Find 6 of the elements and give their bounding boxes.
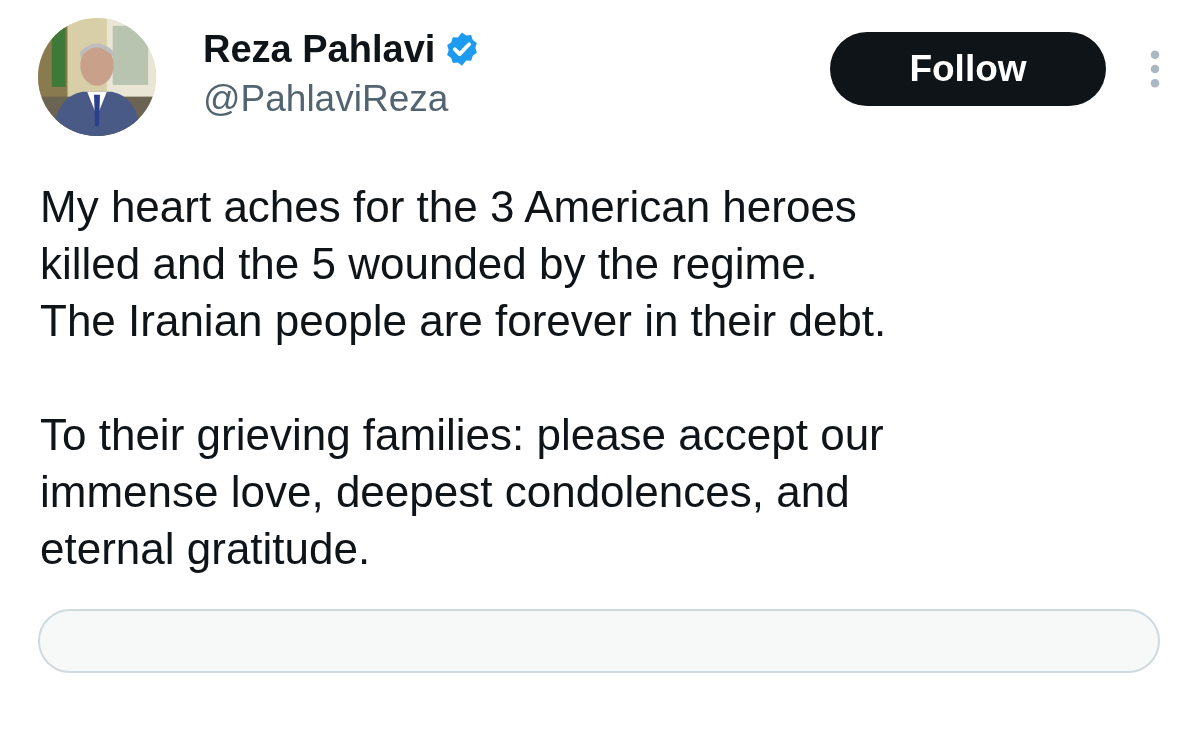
user-name[interactable]: Reza Pahlavi <box>203 24 436 74</box>
more-options-icon[interactable] <box>1150 50 1160 88</box>
tweet-text: To their grieving families: please accept our immense love, deepest condolences, and eternal gratitude. <box>40 409 885 575</box>
tweet-text: My heart aches for the 3 American heroes killed and the 5 wounded by the regime. The Iranian people are forever in their debt. <box>40 181 888 347</box>
user-handle[interactable]: @PahlaviReza <box>203 74 830 124</box>
follow-button[interactable]: Follow <box>830 32 1106 106</box>
